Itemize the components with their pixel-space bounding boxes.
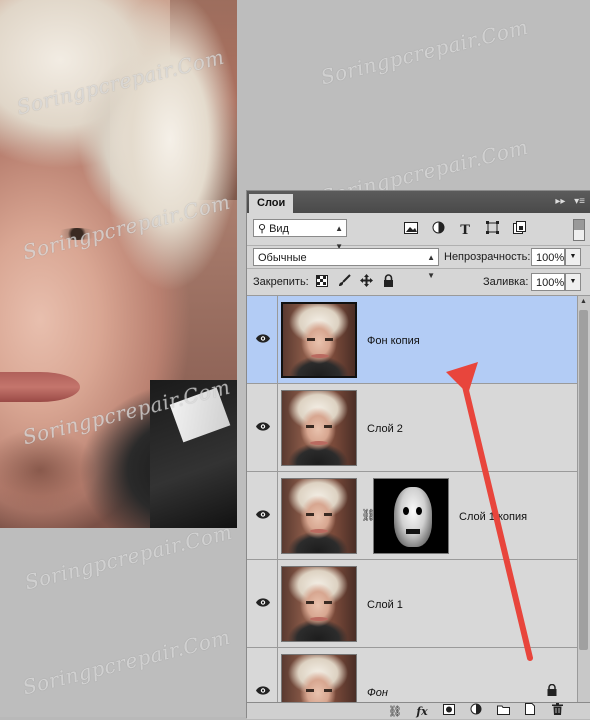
filter-kind-select[interactable]: ⚲ Вид ▲ ▼ [253,219,347,251]
scrollbar-thumb[interactable] [579,310,588,650]
thumbnail-mouth [310,529,328,533]
opacity-dropdown-button[interactable]: ▼ [565,248,581,266]
fill-input[interactable]: 100% [531,273,565,291]
layer-name[interactable]: Слой 2 [367,423,403,435]
photo-lips [0,372,80,402]
opacity-input[interactable]: 100% [531,248,565,266]
fx-icon[interactable]: fx [414,704,430,720]
lock-image-icon[interactable] [337,274,351,288]
panel-tabbar: Слои ▸▸ ▾≡ [247,191,590,213]
layer-mask-thumbnail[interactable] [373,478,449,554]
layer-thumbnail[interactable] [281,302,357,378]
filter-icons: T [403,221,535,239]
mask-shape [394,487,432,547]
photo-eye [55,228,99,240]
layer-thumbnail[interactable] [281,478,357,554]
filter-row: ⚲ Вид ▲ ▼ T [247,213,590,251]
blend-row: Обычные ▲ ▼ Непрозрачность: 100% ▼ [247,246,590,280]
eye-icon [256,686,270,695]
shape-filter-icon[interactable] [484,221,500,237]
photo-canvas[interactable] [0,0,237,528]
layer-name[interactable]: Фон копия [367,335,420,347]
mask-detail [403,507,409,515]
mask-detail [406,529,420,534]
panel-controls: ▸▸ ▾≡ [549,195,585,209]
layer-row[interactable]: Фон [247,648,577,702]
layer-row[interactable]: Слой 2 [247,384,577,472]
type-filter-icon[interactable]: T [457,223,473,239]
lock-icons [315,274,400,290]
new-group-icon[interactable] [495,704,511,720]
layer-thumbnail[interactable] [281,654,357,702]
search-icon: ⚲ [258,223,267,235]
thumbnail-eyes [307,338,333,341]
visibility-toggle[interactable] [247,648,278,702]
visibility-toggle[interactable] [247,560,278,647]
scroll-up-icon[interactable]: ▲ [580,298,587,305]
thumbnail-mouth [310,441,328,445]
mask-detail [416,507,422,515]
tab-layers[interactable]: Слои [249,194,294,213]
thumbnail-mouth [311,354,329,358]
bottom-icons: ⛓ fx [387,703,573,720]
lock-icon [547,683,557,699]
adjustment-filter-icon[interactable] [430,221,446,237]
opacity-label: Непрозрачность: [444,251,531,263]
filter-toggle[interactable] [573,219,585,241]
eye-icon [256,334,270,343]
lock-row: Закрепить: Заливка: 100% ▼ [247,269,590,296]
blend-mode-value: Обычные [258,252,307,264]
panel-bottom-bar: ⛓ fx [247,702,590,719]
layer-row[interactable]: Фон копия [247,296,577,384]
image-filter-icon[interactable] [403,222,419,238]
fill-dropdown-button[interactable]: ▼ [565,273,581,291]
smart-object-filter-icon[interactable] [511,221,527,237]
eye-icon [256,422,270,431]
layers-list: Фон копия Слой 2 ⛓ Слой 1 копия Слой 1 Ф… [247,296,577,702]
collapse-panel-icon[interactable]: ▸▸ [555,196,565,207]
layer-name[interactable]: Слой 1 [367,599,403,611]
visibility-toggle[interactable] [247,296,278,383]
blend-mode-select[interactable]: Обычные ▲ ▼ [253,248,439,280]
visibility-toggle[interactable] [247,384,278,471]
lock-position-icon[interactable] [359,274,373,288]
layer-thumbnail[interactable] [281,566,357,642]
visibility-toggle[interactable] [247,472,278,559]
lock-label: Закрепить: [253,276,309,288]
photo-hair [110,0,237,290]
layers-panel: Слои ▸▸ ▾≡ ⚲ Вид ▲ ▼ T Обычные ▲ ▼ Непро… [246,190,590,719]
fill-label: Заливка: [483,276,529,288]
layer-name[interactable]: Фон [367,687,388,699]
layer-thumbnail[interactable] [281,390,357,466]
layer-name[interactable]: Слой 1 копия [459,511,527,523]
lock-transparent-icon[interactable] [315,275,329,289]
panel-menu-icon[interactable]: ▾≡ [574,196,585,207]
layers-scrollbar[interactable]: ▲ [577,296,590,702]
eye-icon [256,598,270,607]
add-mask-icon[interactable] [441,704,457,720]
eye-icon [256,510,270,519]
thumbnail-eyes [306,689,332,692]
lock-all-icon[interactable] [381,274,395,288]
layer-row[interactable]: Слой 1 [247,560,577,648]
thumbnail-eyes [306,513,332,516]
thumbnail-eyes [306,601,332,604]
link-layers-icon[interactable]: ⛓ [387,704,403,720]
filter-kind-value: Вид [269,223,289,235]
layer-row[interactable]: ⛓ Слой 1 копия [247,472,577,560]
thumbnail-eyes [306,425,332,428]
thumbnail-mouth [310,617,328,621]
